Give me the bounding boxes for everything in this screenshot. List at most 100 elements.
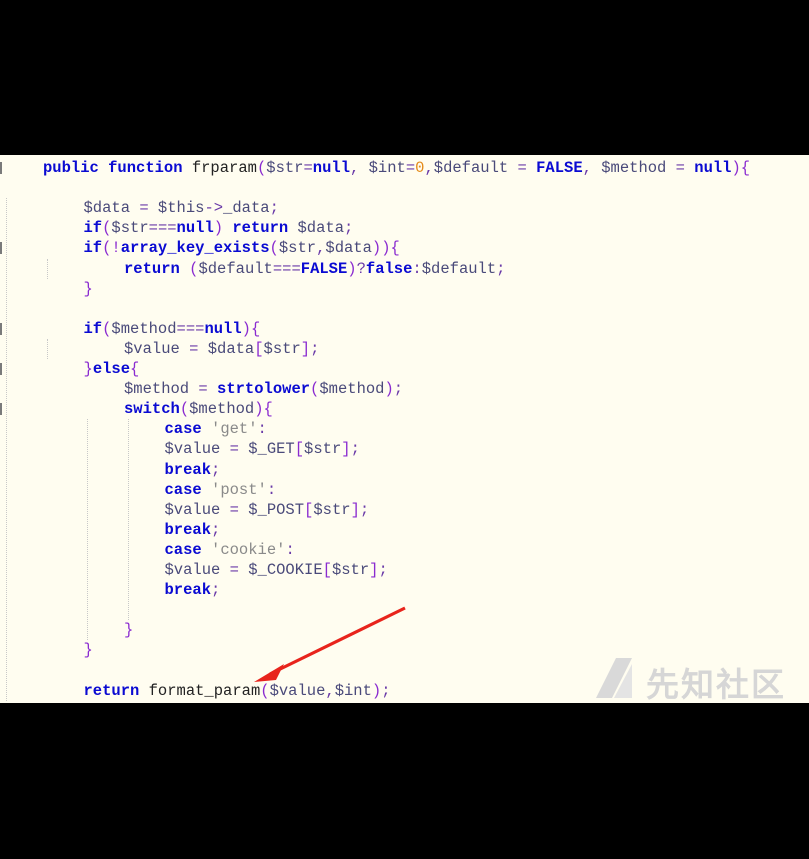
code-token: $str (111, 219, 149, 238)
code-token: { (390, 239, 400, 258)
code-token: ){ (241, 319, 261, 338)
code-token: $data (207, 339, 255, 358)
code-token: return (83, 681, 149, 700)
code-token: ; (359, 500, 370, 519)
code-token: ; (378, 561, 388, 579)
code-token: ; (496, 259, 506, 278)
code-token: = (303, 159, 313, 177)
code-token: } (83, 360, 93, 378)
code-token: break (164, 460, 212, 479)
code-token: $_POST (248, 500, 305, 519)
code-token: $method (111, 319, 177, 338)
code-token: } (83, 279, 93, 298)
code-token: ; (381, 681, 391, 700)
code-token: ; (310, 339, 320, 358)
code-line: $value = $_COOKIE[$str]; (165, 560, 388, 580)
code-token: ] (341, 440, 351, 459)
code-line: case 'cookie': (165, 540, 295, 560)
code-line: $value = $_GET[$str]; (165, 439, 360, 459)
code-line: $method = strtolower($method); (124, 379, 403, 399)
code-token: [ (304, 500, 314, 519)
code-token: null (312, 159, 351, 177)
code-token: if (83, 219, 103, 238)
code-token: ( (260, 681, 270, 700)
indent-guide (87, 419, 88, 641)
code-token: break (164, 581, 212, 600)
code-token: === (272, 259, 301, 278)
code-token: $data (325, 239, 372, 258)
fold-marker (0, 242, 2, 255)
code-token: = (220, 440, 249, 459)
code-line: }else{ (84, 359, 140, 379)
code-token: $str (263, 339, 301, 358)
code-token: case (164, 420, 212, 439)
code-token: $data (83, 199, 131, 218)
code-token: 'get' (211, 420, 258, 439)
code-token: else (92, 360, 131, 378)
code-line: $value = $_POST[$str]; (165, 500, 370, 520)
code-token: ; (350, 440, 360, 459)
code-token: array_key_exists (120, 239, 270, 258)
code-token: _data (223, 199, 270, 218)
code-token: ] (300, 339, 311, 358)
code-token: ; (269, 199, 279, 218)
code-token: $str (313, 500, 351, 519)
fold-marker (0, 363, 2, 375)
code-token: , (582, 159, 602, 177)
code-line: $value = $data[$str]; (124, 339, 319, 359)
code-line: if(!array_key_exists($str,$data)){ (84, 238, 400, 258)
code-token: false (365, 259, 413, 278)
code-token: ( (269, 239, 279, 258)
code-line: return ($default===FALSE)?false:$default… (124, 259, 505, 279)
code-token: null (176, 219, 214, 238)
code-token: $method (319, 380, 385, 399)
code-line: $data = $this->_data; (84, 198, 279, 218)
code-token: = (179, 339, 208, 358)
code-line: if($method===null){ (84, 319, 261, 339)
code-token: ; (393, 380, 404, 399)
xianzhi-logo-icon (596, 658, 632, 698)
code-token: $value (164, 561, 221, 579)
code-token: ){ (254, 400, 273, 419)
code-token: strtolower (217, 380, 311, 399)
code-line: return format_param($value,$int); (84, 681, 391, 701)
code-token: = (220, 500, 249, 519)
code-token: (! (102, 239, 121, 258)
indent-guide (6, 198, 7, 701)
code-token: $default (198, 259, 273, 278)
code-line: } (84, 640, 93, 660)
code-token: $method (189, 400, 255, 419)
code-token: : (257, 420, 267, 439)
code-token: ( (256, 159, 267, 177)
code-token: === (176, 319, 205, 338)
code-token: , (350, 159, 369, 177)
code-token: $default (421, 259, 497, 278)
code-token: return (232, 219, 298, 238)
code-token: $this (157, 199, 205, 218)
code-token: } (83, 641, 93, 660)
code-token: ; (211, 581, 221, 600)
fold-marker (0, 403, 2, 416)
code-token: ? (356, 259, 366, 278)
code-token: = (666, 159, 695, 177)
code-line: } (124, 620, 133, 640)
watermark: 先知社区 (592, 652, 802, 704)
code-token: ( (179, 400, 190, 419)
code-token: : (285, 540, 295, 559)
code-token: $str (331, 561, 370, 579)
code-token: [ (322, 561, 332, 579)
code-line: break; (165, 520, 221, 540)
code-token: , (316, 239, 326, 258)
code-token: : (412, 259, 422, 278)
code-token: 'post' (211, 480, 267, 499)
code-token: ] (350, 500, 360, 519)
code-token: ; (211, 520, 221, 539)
code-token: $method (601, 159, 667, 177)
code-token: case (164, 480, 212, 499)
watermark-text: 先知社区 (646, 665, 786, 704)
code-token: , (325, 681, 335, 700)
indent-guide (46, 338, 48, 359)
code-token: $str (304, 440, 342, 459)
code-token: $value (269, 681, 326, 700)
code-token: $str (278, 239, 317, 258)
